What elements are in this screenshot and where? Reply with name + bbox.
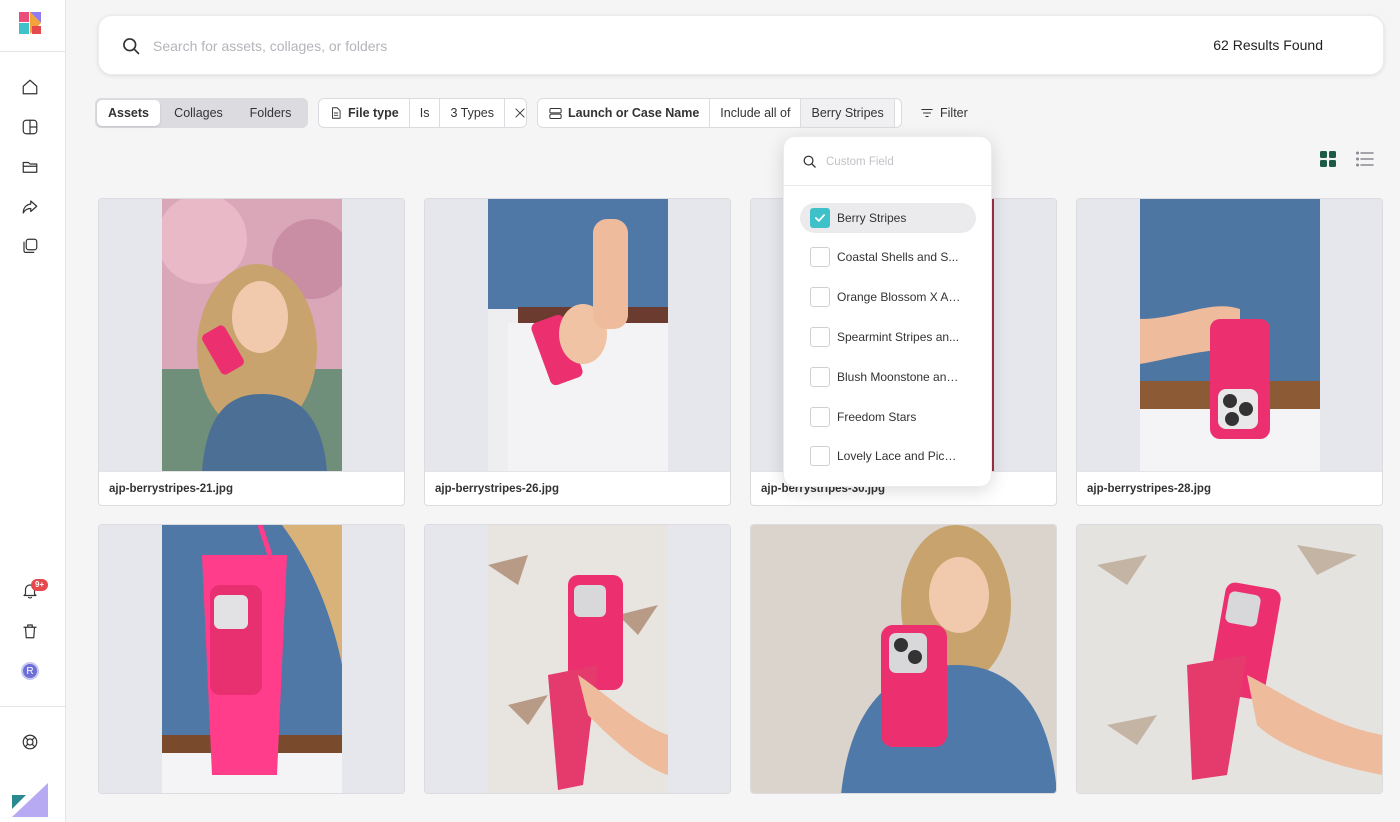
dropdown-search [784, 137, 991, 186]
user-avatar[interactable]: R [21, 662, 39, 680]
content-type-tabs: Assets Collages Folders [95, 98, 308, 128]
add-filter-button[interactable]: Filter [920, 101, 968, 125]
tab-collages[interactable]: Collages [160, 100, 237, 126]
option-label: Spearmint Stripes an... [837, 330, 960, 344]
asset-thumbnail [425, 199, 730, 471]
sidebar: 9+ R [0, 0, 66, 822]
help-button[interactable] [18, 730, 42, 754]
sidebar-divider [0, 51, 66, 52]
document-icon [332, 107, 341, 119]
tab-assets[interactable]: Assets [97, 100, 160, 126]
asset-photo [162, 525, 342, 793]
option-label: Blush Moonstone and ... [837, 370, 961, 384]
checkbox[interactable] [810, 247, 830, 267]
trash-icon [23, 624, 37, 639]
option-label: Freedom Stars [837, 410, 917, 424]
asset-thumbnail [99, 199, 404, 471]
file-type-operator[interactable]: Is [410, 99, 441, 127]
asset-card[interactable] [750, 524, 1057, 794]
asset-thumbnail [425, 525, 730, 793]
asset-thumbnail [99, 525, 404, 793]
search-icon [123, 38, 140, 55]
grid-view-icon[interactable] [1320, 151, 1336, 167]
dropdown-option[interactable]: Freedom Stars [800, 402, 976, 432]
dropdown-option[interactable]: Lovely Lace and Picn... [800, 441, 976, 471]
asset-card[interactable] [98, 524, 405, 794]
asset-thumbnail [1077, 525, 1382, 793]
home-icon [22, 79, 38, 95]
option-label: Orange Blossom X Amb... [837, 290, 961, 304]
launch-value[interactable]: Berry Stripes [801, 99, 895, 127]
asset-photo [162, 199, 342, 471]
launch-field[interactable]: Launch or Case Name [538, 99, 711, 127]
asset-card[interactable]: ajp-berrystripes-26.jpg [424, 198, 731, 506]
checkbox[interactable] [810, 407, 830, 427]
results-count: 62 Results Found [1213, 37, 1323, 53]
nav-share[interactable] [18, 195, 42, 219]
dropdown-option[interactable]: Berry Stripes [800, 203, 976, 233]
nav-home[interactable] [18, 75, 42, 99]
folder-icon [22, 161, 38, 173]
option-label: Lovely Lace and Picn... [837, 449, 961, 463]
file-type-field[interactable]: File type [319, 99, 410, 127]
brand-mark-icon [12, 783, 48, 817]
remove-file-type-filter-button[interactable] [505, 99, 526, 127]
nav-folders[interactable] [18, 155, 42, 179]
checkbox[interactable] [810, 446, 830, 466]
remove-launch-filter-button[interactable] [895, 99, 901, 127]
asset-photo [751, 525, 1056, 793]
search-bar: 62 Results Found [98, 15, 1384, 75]
checkbox[interactable] [810, 327, 830, 347]
nav-collages[interactable] [18, 115, 42, 139]
asset-card[interactable] [1076, 524, 1383, 794]
asset-card[interactable]: ajp-berrystripes-21.jpg [98, 198, 405, 506]
sidebar-divider [0, 706, 66, 707]
library-icon [23, 238, 38, 253]
list-view-icon[interactable] [1356, 151, 1374, 167]
checkmark-icon [815, 214, 825, 222]
launch-field-label: Launch or Case Name [568, 106, 700, 120]
asset-filename: ajp-berrystripes-26.jpg [425, 471, 730, 505]
asset-card[interactable]: ajp-berrystripes-28.jpg [1076, 198, 1383, 506]
close-icon [515, 108, 525, 118]
share-icon [22, 200, 38, 214]
asset-card[interactable] [424, 524, 731, 794]
dropdown-option[interactable]: Blush Moonstone and ... [800, 362, 976, 392]
file-type-field-label: File type [348, 106, 399, 120]
custom-field-search-input[interactable] [826, 152, 976, 172]
filter-icon [921, 109, 933, 117]
collage-icon [22, 119, 38, 135]
search-icon [803, 155, 816, 168]
asset-filename: ajp-berrystripes-28.jpg [1077, 471, 1382, 505]
checkbox[interactable] [810, 367, 830, 387]
file-type-filter-chip: File type Is 3 Types [318, 98, 527, 128]
launch-operator[interactable]: Include all of [710, 99, 802, 127]
asset-photo [1140, 199, 1320, 471]
asset-photo [1077, 525, 1382, 793]
tab-folders[interactable]: Folders [237, 100, 304, 126]
trash-button[interactable] [18, 619, 42, 643]
filter-button-label: Filter [940, 106, 968, 120]
checkbox-checked[interactable] [810, 208, 830, 228]
app-logo-icon[interactable] [19, 12, 41, 34]
asset-photo [488, 199, 668, 471]
asset-photo [488, 525, 668, 793]
database-icon [549, 107, 562, 119]
help-icon [22, 734, 38, 750]
launch-value-dropdown: Berry Stripes Coastal Shells and S... Or… [783, 136, 992, 487]
asset-thumbnail [751, 525, 1056, 793]
dropdown-option[interactable]: Coastal Shells and S... [800, 242, 976, 272]
asset-filename: ajp-berrystripes-21.jpg [99, 471, 404, 505]
asset-thumbnail [1077, 199, 1382, 471]
notification-badge: 9+ [31, 579, 49, 591]
dropdown-option[interactable]: Orange Blossom X Amb... [800, 282, 976, 312]
file-type-value[interactable]: 3 Types [440, 99, 506, 127]
dropdown-option[interactable]: Spearmint Stripes an... [800, 322, 976, 352]
nav-library[interactable] [18, 234, 42, 258]
search-input[interactable] [153, 32, 1053, 60]
checkbox[interactable] [810, 287, 830, 307]
option-label: Berry Stripes [837, 211, 907, 225]
launch-filter-chip: Launch or Case Name Include all of Berry… [537, 98, 902, 128]
option-label: Coastal Shells and S... [837, 250, 959, 264]
